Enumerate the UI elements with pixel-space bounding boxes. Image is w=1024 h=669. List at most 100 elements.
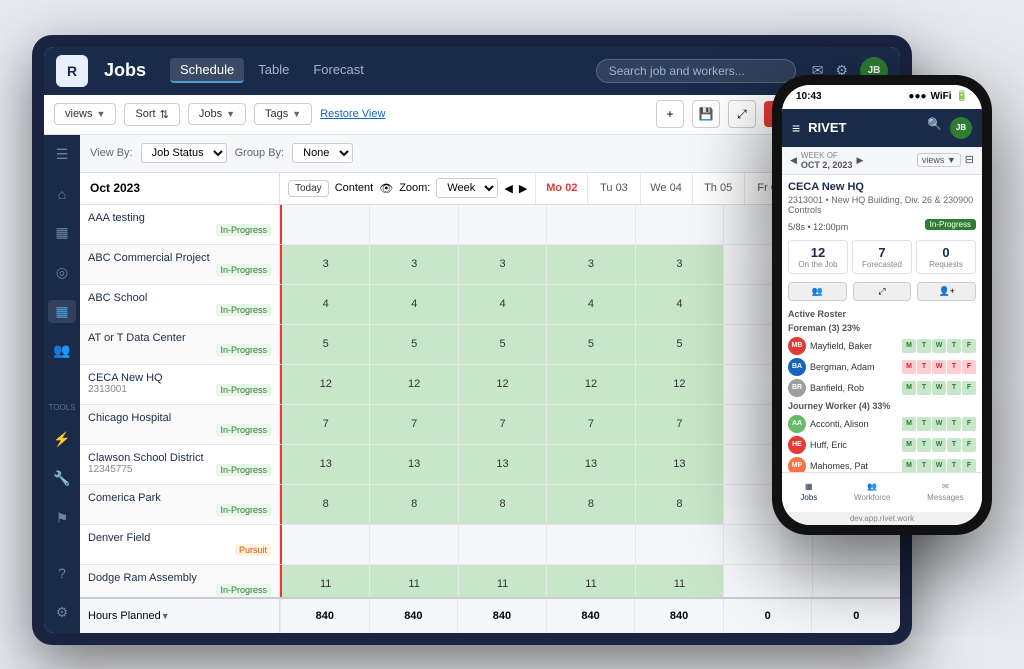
day-cell[interactable]: 11 — [635, 565, 723, 597]
sidebar-icon-people[interactable]: 👥 — [48, 339, 76, 362]
day-cell[interactable]: 7 — [280, 405, 369, 444]
job-cell[interactable]: CECA New HQ2313001In-Progress — [80, 365, 280, 404]
day-cell[interactable] — [369, 525, 457, 564]
roster-button[interactable]: 👥 — [788, 282, 847, 301]
day-cell[interactable]: 5 — [458, 325, 546, 364]
day-cell[interactable]: 4 — [546, 285, 634, 324]
day-cell[interactable]: 4 — [369, 285, 457, 324]
day-cell[interactable]: 5 — [546, 325, 634, 364]
totals-label[interactable]: Hours Planned ▼ — [80, 599, 280, 633]
day-cell[interactable]: 4 — [458, 285, 546, 324]
job-cell[interactable]: AAA testingIn-Progress — [80, 205, 280, 244]
job-cell[interactable]: AT or T Data CenterIn-Progress — [80, 325, 280, 364]
day-cell[interactable]: 12 — [369, 365, 457, 404]
day-cell[interactable] — [546, 525, 634, 564]
day-cell[interactable] — [369, 205, 457, 244]
group-by-select[interactable]: None — [292, 143, 353, 163]
chevron-left-phone[interactable]: ◀ — [790, 155, 797, 166]
add-icon-button[interactable]: + — [656, 100, 684, 128]
job-cell[interactable]: Chicago HospitalIn-Progress — [80, 405, 280, 444]
day-cell[interactable]: 8 — [369, 485, 457, 524]
day-cell[interactable]: 3 — [458, 245, 546, 284]
day-cell[interactable]: 7 — [635, 405, 723, 444]
day-cell[interactable]: 5 — [280, 325, 369, 364]
job-cell[interactable]: ABC Commercial ProjectIn-Progress — [80, 245, 280, 284]
day-cell[interactable]: 13 — [458, 445, 546, 484]
day-cell[interactable] — [635, 205, 723, 244]
day-cell[interactable]: 8 — [546, 485, 634, 524]
phone-nav-jobs[interactable]: ▦ Jobs — [800, 482, 817, 502]
day-cell[interactable]: 3 — [635, 245, 723, 284]
day-cell[interactable] — [723, 565, 811, 597]
phone-search-icon[interactable]: 🔍 — [927, 117, 942, 139]
day-cell[interactable]: 11 — [280, 565, 369, 597]
job-cell[interactable]: Clawson School District12345775In-Progre… — [80, 445, 280, 484]
day-cell[interactable] — [458, 205, 546, 244]
tab-schedule[interactable]: Schedule — [170, 58, 244, 83]
day-cell[interactable]: 4 — [635, 285, 723, 324]
day-cell[interactable]: 4 — [280, 285, 369, 324]
day-cell[interactable] — [280, 205, 369, 244]
day-cell[interactable] — [546, 205, 634, 244]
sidebar-icon-menu[interactable]: ☰ — [48, 143, 76, 166]
view-by-select[interactable]: Job Status — [141, 143, 227, 163]
day-cell[interactable]: 11 — [546, 565, 634, 597]
save-icon-button[interactable]: 💾 — [692, 100, 720, 128]
tags-button[interactable]: Tags ▼ — [254, 103, 312, 125]
sidebar-icon-flag[interactable]: ⚑ — [48, 506, 76, 529]
today-button[interactable]: Today — [288, 180, 329, 197]
day-cell[interactable]: 8 — [458, 485, 546, 524]
views-phone-button[interactable]: views ▼ — [917, 153, 961, 167]
sidebar-icon-calendar[interactable]: ▦ — [48, 300, 76, 323]
job-cell[interactable]: Denver FieldPursuit — [80, 525, 280, 564]
day-cell[interactable]: 12 — [546, 365, 634, 404]
sidebar-icon-chart[interactable]: ▦ — [48, 221, 76, 244]
sort-button[interactable]: Sort ⇅ — [124, 103, 179, 126]
restore-view-link[interactable]: Restore View — [320, 108, 385, 120]
sidebar-icon-home[interactable]: ⌂ — [48, 182, 76, 205]
filter-icon[interactable]: ⊟ — [965, 153, 974, 167]
sidebar-icon-tool[interactable]: 🔧 — [48, 467, 76, 490]
day-cell[interactable]: 5 — [635, 325, 723, 364]
chevron-left-icon[interactable]: ◀ — [504, 182, 512, 195]
add-worker-button[interactable]: 👤+ — [917, 282, 976, 301]
search-input[interactable]: Search job and workers... — [596, 59, 796, 83]
day-cell[interactable]: 7 — [546, 405, 634, 444]
day-cell[interactable]: 8 — [280, 485, 369, 524]
tab-forecast[interactable]: Forecast — [303, 58, 374, 83]
day-cell[interactable]: 11 — [369, 565, 457, 597]
day-cell[interactable]: 3 — [546, 245, 634, 284]
jobs-button[interactable]: Jobs ▼ — [188, 103, 246, 125]
day-cell[interactable] — [635, 525, 723, 564]
job-cell[interactable]: ABC SchoolIn-Progress — [80, 285, 280, 324]
job-cell[interactable]: Dodge Ram AssemblyIn-Progress — [80, 565, 280, 597]
phone-avatar[interactable]: JB — [950, 117, 972, 139]
sidebar-icon-settings[interactable]: ⚙ — [48, 601, 76, 624]
sidebar-icon-location[interactable]: ◎ — [48, 261, 76, 284]
day-cell[interactable]: 8 — [635, 485, 723, 524]
views-button[interactable]: views ▼ — [54, 103, 116, 125]
day-cell[interactable]: 7 — [458, 405, 546, 444]
sidebar-icon-bolt[interactable]: ⚡ — [48, 428, 76, 451]
day-cell[interactable]: 11 — [458, 565, 546, 597]
day-cell[interactable]: 3 — [369, 245, 457, 284]
day-cell[interactable] — [458, 525, 546, 564]
external-link-button[interactable]: ⤢ — [853, 282, 912, 301]
day-cell[interactable]: 13 — [369, 445, 457, 484]
sidebar-icon-help[interactable]: ? — [48, 562, 76, 585]
day-cell[interactable]: 12 — [280, 365, 369, 404]
day-cell[interactable] — [812, 565, 900, 597]
day-cell[interactable]: 13 — [280, 445, 369, 484]
day-cell[interactable]: 5 — [369, 325, 457, 364]
day-cell[interactable]: 12 — [458, 365, 546, 404]
job-cell[interactable]: Comerica ParkIn-Progress — [80, 485, 280, 524]
chevron-right-phone[interactable]: ▶ — [856, 155, 863, 166]
day-cell[interactable]: 3 — [280, 245, 369, 284]
phone-nav-workforce[interactable]: 👥 Workforce — [854, 482, 890, 502]
day-cell[interactable]: 12 — [635, 365, 723, 404]
day-cell[interactable]: 7 — [369, 405, 457, 444]
phone-nav-messages[interactable]: ✉ Messages — [927, 482, 963, 502]
day-cell[interactable] — [280, 525, 369, 564]
tab-table[interactable]: Table — [248, 58, 299, 83]
export-icon-button[interactable]: ⤢ — [728, 100, 756, 128]
